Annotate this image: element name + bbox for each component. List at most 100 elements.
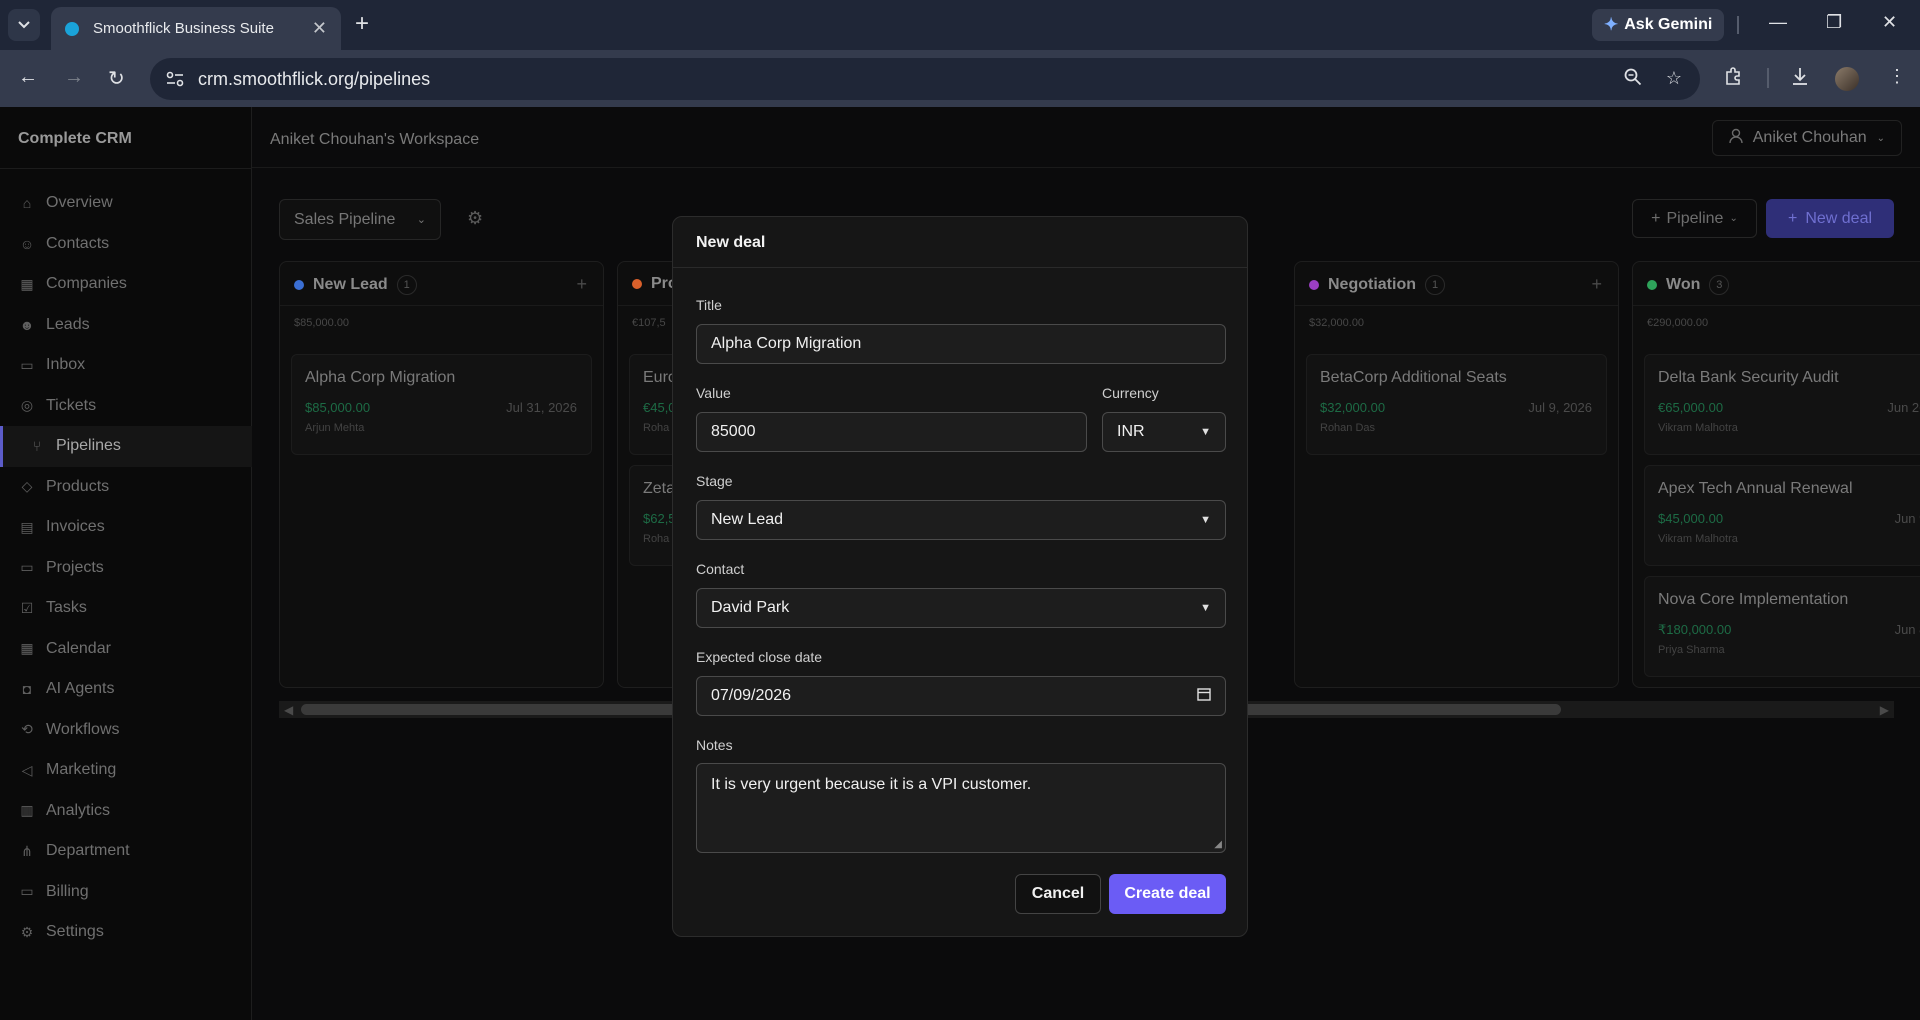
- calendar-icon[interactable]: [1197, 687, 1211, 706]
- divider: [1767, 68, 1769, 88]
- megaphone-icon: ◁: [21, 761, 33, 778]
- reload-icon[interactable]: ↻: [108, 66, 125, 91]
- deal-card[interactable]: Apex Tech Annual Renewal $45,000.00 Jun …: [1644, 465, 1920, 566]
- ask-gemini-button[interactable]: ✦ Ask Gemini: [1592, 9, 1725, 41]
- sidebar-item-inbox[interactable]: ▭ Inbox: [0, 345, 252, 386]
- scroll-right-icon[interactable]: ▶: [1880, 703, 1889, 717]
- minimize-icon[interactable]: —: [1769, 12, 1787, 33]
- pipeline-column: Negotiation 1 + $32,000.00 BetaCorp Addi…: [1294, 261, 1619, 688]
- column-name: New Lead: [313, 276, 388, 293]
- zoom-icon[interactable]: [1624, 68, 1642, 91]
- deal-card[interactable]: Nova Core Implementation ₹180,000.00 Jun…: [1644, 576, 1920, 677]
- value-input[interactable]: 85000: [696, 412, 1087, 452]
- sidebar-item-pipelines[interactable]: ⑂ Pipelines: [0, 426, 252, 467]
- address-bar[interactable]: crm.smoothflick.org/pipelines ☆: [150, 58, 1700, 100]
- deal-owner: Rohan Das: [1320, 422, 1376, 434]
- lifebuoy-icon: ◎: [20, 397, 34, 414]
- column-total: $32,000.00: [1309, 317, 1365, 329]
- forward-icon[interactable]: →: [64, 66, 84, 89]
- profile-avatar[interactable]: [1835, 67, 1859, 91]
- column-header: New Lead 1: [294, 275, 417, 295]
- close-window-icon[interactable]: ✕: [1882, 12, 1897, 33]
- sidebar-item-products[interactable]: ◇ Products: [0, 467, 252, 508]
- sidebar-item-marketing[interactable]: ◁ Marketing: [0, 750, 252, 791]
- deal-value: $85,000.00: [305, 400, 371, 415]
- file-icon: ▤: [20, 518, 34, 535]
- close-date-input[interactable]: 07/09/2026: [696, 676, 1226, 716]
- sidebar-item-calendar[interactable]: ▦ Calendar: [0, 629, 252, 670]
- sidebar-item-overview[interactable]: ⌂ Overview: [0, 183, 252, 224]
- back-icon[interactable]: ←: [18, 66, 38, 89]
- sidebar-item-tasks[interactable]: ☑ Tasks: [0, 588, 252, 629]
- deal-card[interactable]: Delta Bank Security Audit €65,000.00 Jun…: [1644, 354, 1920, 455]
- title-input[interactable]: Alpha Corp Migration: [696, 324, 1226, 364]
- sidebar-item-label: Workflows: [46, 720, 120, 738]
- column-name: Won: [1666, 276, 1701, 293]
- notes-label: Notes: [696, 737, 733, 753]
- create-deal-button[interactable]: Create deal: [1109, 874, 1226, 914]
- deal-card[interactable]: Alpha Corp Migration $85,000.00 Jul 31, …: [291, 354, 592, 455]
- cancel-button[interactable]: Cancel: [1015, 874, 1101, 914]
- scroll-left-icon[interactable]: ◀: [284, 703, 293, 717]
- extensions-icon[interactable]: [1724, 66, 1744, 91]
- sidebar-item-ai-agents[interactable]: ◘ AI Agents: [0, 669, 252, 710]
- resize-handle-icon[interactable]: ◢: [1214, 839, 1222, 850]
- sidebar-item-label: AI Agents: [46, 680, 115, 698]
- sidebar-item-invoices[interactable]: ▤ Invoices: [0, 507, 252, 548]
- column-header: Negotiation 1: [1309, 275, 1445, 295]
- sidebar-item-projects[interactable]: ▭ Projects: [0, 548, 252, 589]
- user-plus-icon: ☻: [19, 316, 35, 333]
- add-deal-plus-icon[interactable]: +: [576, 274, 587, 295]
- sidebar-item-label: Contacts: [46, 234, 110, 252]
- deal-owner: Priya Sharma: [1658, 644, 1725, 656]
- network-icon: ⋔: [21, 842, 33, 859]
- sidebar-item-label: Tickets: [46, 396, 97, 414]
- sidebar-item-settings[interactable]: ⚙ Settings: [0, 912, 252, 953]
- browser-menu-icon[interactable]: ⋮: [1888, 66, 1906, 87]
- divider: [280, 305, 603, 306]
- column-count-badge: 1: [396, 275, 417, 295]
- sidebar-item-label: Pipelines: [56, 437, 121, 455]
- new-tab-button[interactable]: +: [355, 11, 369, 37]
- sidebar-item-companies[interactable]: ▦ Companies: [0, 264, 252, 305]
- site-info-icon[interactable]: [164, 68, 186, 90]
- restore-icon[interactable]: ❐: [1826, 12, 1842, 33]
- deal-date: Jul 9, 2026: [1528, 400, 1592, 415]
- browser-tab[interactable]: Smoothflick Business Suite ✕: [51, 7, 341, 50]
- sidebar-item-billing[interactable]: ▭ Billing: [0, 872, 252, 913]
- deal-date: Jul 31, 2026: [506, 400, 577, 415]
- pipeline-settings-gear-icon[interactable]: ⚙: [467, 208, 483, 229]
- sidebar-item-label: Inbox: [46, 356, 86, 374]
- divider: [1295, 305, 1618, 306]
- currency-select[interactable]: INR ▼: [1102, 412, 1226, 452]
- sidebar-item-tickets[interactable]: ◎ Tickets: [0, 386, 252, 427]
- tab-search-button[interactable]: [8, 9, 40, 41]
- sidebar-item-workflows[interactable]: ⟲ Workflows: [0, 710, 252, 751]
- sidebar-item-label: Leads: [46, 315, 90, 333]
- deal-owner: Roha: [643, 422, 670, 434]
- sidebar-item-contacts[interactable]: ☺ Contacts: [0, 224, 252, 265]
- sidebar-item-department[interactable]: ⋔ Department: [0, 831, 252, 872]
- column-total: €290,000.00: [1647, 317, 1709, 329]
- notes-textarea[interactable]: It is very urgent because it is a VPI cu…: [696, 763, 1226, 853]
- user-menu-button[interactable]: Aniket Chouhan ⌄: [1711, 120, 1902, 156]
- sidebar-item-analytics[interactable]: ▥ Analytics: [0, 791, 252, 832]
- chevron-down-icon: ⌄: [416, 214, 426, 226]
- deal-value: $32,000.00: [1320, 400, 1386, 415]
- column-header: Pro: [632, 275, 678, 293]
- new-deal-button[interactable]: + New deal: [1766, 199, 1894, 238]
- sidebar-item-leads[interactable]: ☻ Leads: [0, 305, 252, 346]
- stage-select[interactable]: New Lead ▼: [696, 500, 1226, 540]
- add-pipeline-button[interactable]: + Pipeline ⌄: [1632, 199, 1757, 238]
- add-deal-plus-icon[interactable]: +: [1591, 274, 1602, 295]
- bookmark-star-icon[interactable]: ☆: [1666, 68, 1682, 91]
- pipeline-select[interactable]: Sales Pipeline ⌄: [279, 199, 441, 240]
- contact-select[interactable]: David Park ▼: [696, 588, 1226, 628]
- gemini-spark-icon: ✦: [1604, 15, 1619, 34]
- download-icon[interactable]: [1790, 66, 1810, 91]
- tab-close-icon[interactable]: ✕: [312, 18, 327, 39]
- pipeline-select-value: Sales Pipeline: [294, 210, 396, 228]
- sidebar-item-label: Overview: [46, 194, 113, 212]
- deal-card[interactable]: BetaCorp Additional Seats $32,000.00 Jul…: [1306, 354, 1607, 455]
- credit-card-icon: ▭: [20, 883, 34, 900]
